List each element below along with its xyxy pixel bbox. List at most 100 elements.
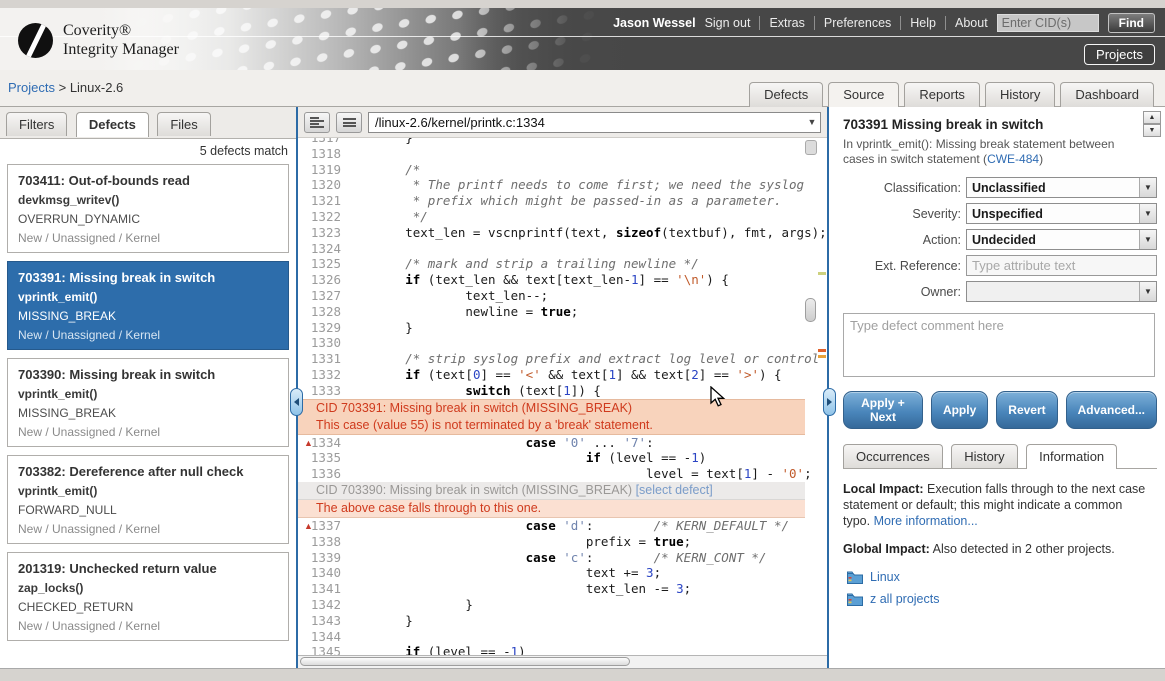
tab-reports[interactable]: Reports	[904, 82, 980, 107]
owner-combo[interactable]: ▼	[966, 281, 1157, 302]
code-text: * prefix which might be passed-in as a p…	[345, 193, 827, 209]
defect-card-status: New / Unassigned / Kernel	[18, 328, 278, 342]
advanced-button[interactable]: Advanced...	[1066, 391, 1157, 429]
preferences-link[interactable]: Preferences	[824, 16, 891, 30]
source-toolbar: /linux-2.6/kernel/printk.c:1334 ▼	[298, 107, 827, 138]
projects-button[interactable]: Projects	[1084, 44, 1155, 65]
action-label: Action:	[843, 233, 961, 247]
project-link-all-projects[interactable]: z all projects	[870, 591, 939, 607]
horizontal-scrollbar-thumb[interactable]	[300, 657, 630, 666]
file-path-dropdown[interactable]: /linux-2.6/kernel/printk.c:1334 ▼	[368, 112, 821, 133]
brand-line-1: Coverity®	[63, 21, 179, 40]
defect-line-marker-icon: ▲	[304, 436, 313, 452]
app-header: Coverity® Integrity Manager Jason Wessel…	[0, 8, 1165, 70]
more-information-link[interactable]: More information...	[874, 514, 978, 528]
fallthrough-note-banner: The above case falls through to this one…	[298, 500, 805, 518]
defect-card-title: 703390: Missing break in switch	[18, 367, 278, 382]
coverity-logo-text: Coverity® Integrity Manager	[63, 21, 179, 59]
defect-card-status: New / Unassigned / Kernel	[18, 522, 278, 536]
sign-out-link[interactable]: Sign out	[705, 16, 751, 30]
classification-value: Unclassified	[967, 181, 1139, 195]
tab-occurrences[interactable]: Occurrences	[843, 444, 943, 468]
defect-card[interactable]: 201319: Unchecked return valuezap_locks(…	[7, 552, 289, 641]
defect-event-text: This case (value 55) is not terminated b…	[316, 417, 805, 434]
page-top-strip	[0, 0, 1165, 8]
tab-filters[interactable]: Filters	[6, 112, 67, 136]
collapse-right-panel-handle[interactable]	[823, 388, 836, 416]
cwe-link[interactable]: CWE-484	[987, 152, 1039, 166]
tab-defects-list[interactable]: Defects	[76, 112, 149, 137]
severity-select[interactable]: Unspecified ▼	[966, 203, 1157, 224]
revert-button[interactable]: Revert	[996, 391, 1057, 429]
line-numbers-toggle-button[interactable]	[304, 112, 330, 133]
defect-list: 703411: Out-of-bounds readdevkmsg_writev…	[0, 164, 296, 641]
breadcrumb-bar: Projects > Linux-2.6 Defects Source Repo…	[0, 70, 1165, 107]
code-line: 1333 switch (text[1]) {	[298, 383, 827, 399]
tab-source[interactable]: Source	[828, 82, 899, 107]
code-text: text_len--;	[345, 288, 827, 304]
scroll-marker-olive	[818, 272, 826, 275]
extras-link[interactable]: Extras	[769, 16, 804, 30]
code-line: 1332 if (text[0] == '<' && text[1] && te…	[298, 367, 827, 383]
code-line: 1320 * The printf needs to come first; w…	[298, 177, 827, 193]
ext-reference-input[interactable]	[966, 255, 1157, 276]
tab-history-detail[interactable]: History	[951, 444, 1017, 468]
tab-history[interactable]: History	[985, 82, 1055, 107]
vertical-scrollbar-thumb[interactable]	[805, 298, 816, 322]
defect-list-panel: Filters Defects Files 5 defects match 70…	[0, 107, 296, 668]
previous-defect-button[interactable]: ▲	[1143, 111, 1161, 124]
code-text: * The printf needs to come first; we nee…	[345, 177, 827, 193]
project-link-linux[interactable]: Linux	[870, 569, 900, 585]
line-number: 1318	[298, 146, 345, 162]
code-vertical-scrollbar	[805, 138, 818, 655]
chevron-down-icon: ▼	[1139, 282, 1156, 301]
defect-event-banner: CID 703391: Missing break in switch (MIS…	[298, 399, 805, 435]
defect-card[interactable]: 703390: Missing break in switchvprintk_e…	[7, 358, 289, 447]
action-value: Undecided	[967, 233, 1139, 247]
cid-search-input[interactable]	[997, 14, 1099, 32]
code-text: if (text[0] == '<' && text[1] && text[2]…	[345, 367, 827, 383]
code-text: case 'c': /* KERN_CONT */	[345, 550, 827, 566]
tab-defects[interactable]: Defects	[749, 82, 823, 107]
defect-card[interactable]: 703411: Out-of-bounds readdevkmsg_writev…	[7, 164, 289, 253]
code-text: }	[345, 597, 827, 613]
defect-card-title: 703391: Missing break in switch	[18, 270, 278, 285]
select-defect-link[interactable]: [select defect]	[636, 483, 713, 497]
global-impact-label: Global Impact:	[843, 542, 930, 556]
find-button[interactable]: Find	[1108, 13, 1155, 33]
tab-dashboard[interactable]: Dashboard	[1060, 82, 1154, 107]
code-text	[345, 146, 827, 162]
project-link-row: Linux	[847, 569, 1151, 585]
about-link[interactable]: About	[955, 16, 988, 30]
scrollbar-top-button[interactable]	[805, 140, 817, 155]
code-line: 1339 case 'c': /* KERN_CONT */	[298, 550, 827, 566]
line-number: 1321	[298, 193, 345, 209]
line-number: 1329	[298, 320, 345, 336]
defect-card[interactable]: 703391: Missing break in switchvprintk_e…	[7, 261, 289, 350]
line-number: 1324	[298, 241, 345, 257]
coverity-logo: Coverity® Integrity Manager	[18, 21, 179, 59]
tab-files[interactable]: Files	[157, 112, 210, 136]
help-link[interactable]: Help	[910, 16, 936, 30]
line-number: 1326	[298, 272, 345, 288]
defect-event-text: CID 703391: Missing break in switch (MIS…	[316, 400, 805, 417]
breadcrumb-current: Linux-2.6	[70, 80, 123, 95]
code-line: 1330	[298, 335, 827, 351]
apply-button[interactable]: Apply	[931, 391, 988, 429]
collapse-left-panel-handle[interactable]	[290, 388, 303, 416]
breadcrumb-projects-link[interactable]: Projects	[8, 80, 55, 95]
code-line: 1338 prefix = true;	[298, 534, 827, 550]
line-number: 1323	[298, 225, 345, 241]
plain-view-button[interactable]	[336, 112, 362, 133]
defect-card[interactable]: 703382: Dereference after null checkvpri…	[7, 455, 289, 544]
breadcrumb-separator: >	[59, 80, 67, 95]
next-defect-button[interactable]: ▼	[1143, 124, 1161, 137]
text-lines-icon	[343, 118, 356, 127]
code-line: ▲1334 case '0' ... '7':	[298, 435, 827, 451]
tab-information[interactable]: Information	[1026, 444, 1117, 469]
apply-next-button[interactable]: Apply + Next	[843, 391, 923, 429]
code-text: case 'd': /* KERN_DEFAULT */	[345, 518, 827, 534]
classification-select[interactable]: Unclassified ▼	[966, 177, 1157, 198]
defect-comment-textarea[interactable]	[843, 313, 1155, 377]
action-select[interactable]: Undecided ▼	[966, 229, 1157, 250]
